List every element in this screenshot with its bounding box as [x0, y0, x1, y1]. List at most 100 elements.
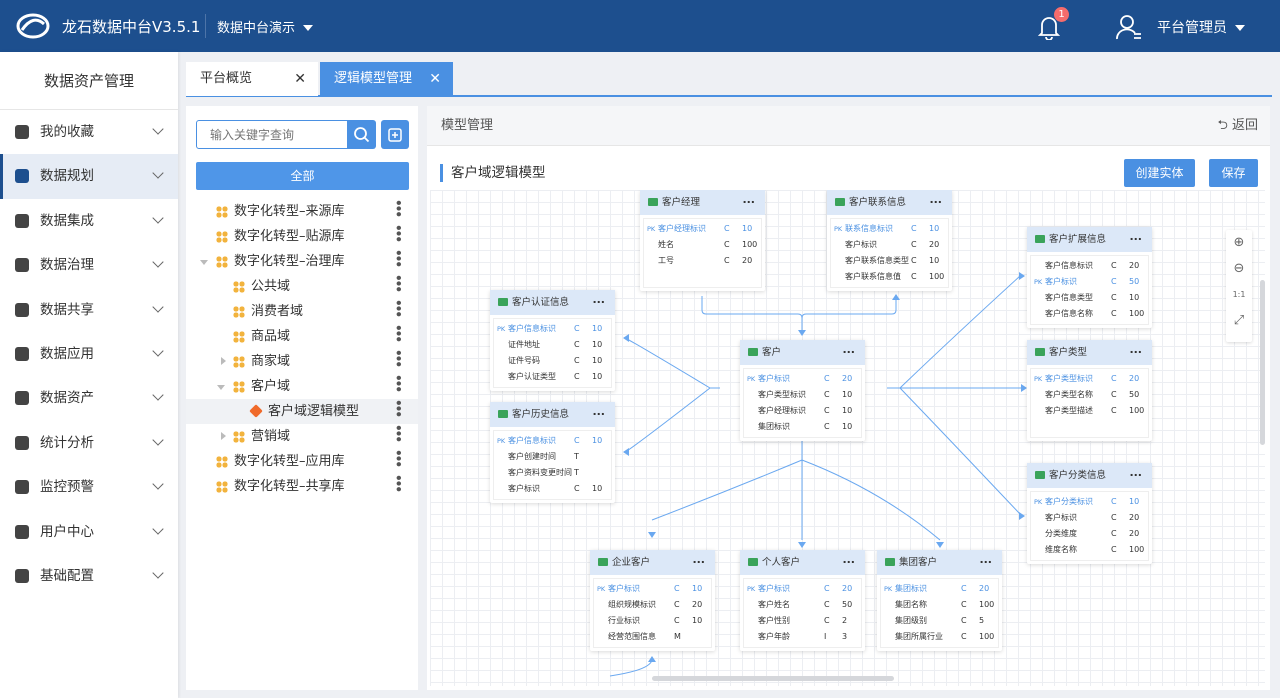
- tree-item[interactable]: 消费者域 •••: [186, 299, 418, 324]
- entity-field[interactable]: 客户类型名称 C 50: [1031, 387, 1148, 403]
- sidebar-item[interactable]: 基础配置: [0, 554, 178, 598]
- caret-down-icon[interactable]: [217, 385, 225, 394]
- entity-field[interactable]: PK 联系信息标识 C 10: [831, 221, 948, 237]
- more-icon[interactable]: ...: [1129, 337, 1142, 362]
- sidebar-item[interactable]: 我的收藏: [0, 110, 178, 154]
- more-icon[interactable]: •••: [385, 199, 410, 216]
- more-icon[interactable]: •••: [385, 349, 410, 366]
- entity-card[interactable]: 客户经理... PK 客户经理标识 C 10 姓名 C 100 工号 C 20: [640, 190, 765, 291]
- tab-platform-overview[interactable]: 平台概览 ✕: [186, 62, 318, 96]
- entity-field[interactable]: 集团名称 C 100: [881, 597, 998, 613]
- more-icon[interactable]: •••: [385, 399, 410, 416]
- entity-field[interactable]: 证件地址 C 10: [494, 337, 611, 353]
- project-selector[interactable]: 数据中台演示: [217, 17, 314, 36]
- entity-field[interactable]: 集团级别 C 5: [881, 613, 998, 629]
- entity-field[interactable]: PK 客户信息标识 C 10: [494, 321, 611, 337]
- back-button[interactable]: ⮌ 返回: [1217, 106, 1258, 146]
- close-icon[interactable]: ✕: [294, 62, 306, 96]
- add-button[interactable]: [381, 120, 409, 149]
- actual-size-icon[interactable]: 1:1: [1226, 282, 1252, 308]
- tree-item[interactable]: 商品域 •••: [186, 324, 418, 349]
- entity-field[interactable]: PK 客户信息标识 C 10: [494, 433, 611, 449]
- sidebar-item[interactable]: 数据资产: [0, 376, 178, 420]
- entity-card[interactable]: 个人客户... PK 客户标识 C 20 客户姓名 C 50 客户性别 C 2 …: [740, 550, 865, 651]
- entity-card[interactable]: 企业客户... PK 客户标识 C 10 组织规模标识 C 20 行业标识 C …: [590, 550, 715, 651]
- more-icon[interactable]: •••: [385, 274, 410, 291]
- tree-item[interactable]: 数字化转型–应用库 •••: [186, 449, 418, 474]
- more-icon[interactable]: ...: [742, 190, 755, 212]
- entity-field[interactable]: 分类维度 C 20: [1031, 526, 1148, 542]
- entity-card[interactable]: 集团客户... PK 集团标识 C 20 集团名称 C 100 集团级别 C 5…: [877, 550, 1002, 651]
- entity-field[interactable]: 工号 C 20: [644, 253, 761, 269]
- entity-card[interactable]: 客户认证信息... PK 客户信息标识 C 10 证件地址 C 10 证件号码 …: [490, 290, 615, 391]
- caret-down-icon[interactable]: [200, 260, 208, 269]
- user-menu[interactable]: 平台管理员: [1157, 17, 1245, 37]
- fit-icon[interactable]: ⤢: [1226, 308, 1252, 334]
- more-icon[interactable]: ...: [592, 399, 605, 424]
- entity-card[interactable]: 客户... PK 客户标识 C 20 客户类型标识 C 10 客户经理标识 C …: [740, 340, 865, 441]
- entity-field[interactable]: 客户年龄 I 3: [744, 629, 861, 645]
- entity-field[interactable]: 客户性别 C 2: [744, 613, 861, 629]
- more-icon[interactable]: •••: [385, 299, 410, 316]
- tree-item[interactable]: 商家域 •••: [186, 349, 418, 374]
- save-button[interactable]: 保存: [1209, 159, 1258, 187]
- entity-field[interactable]: 客户信息标识 C 20: [1031, 258, 1148, 274]
- sidebar-item[interactable]: 数据共享: [0, 288, 178, 332]
- tree-item[interactable]: 数字化转型–贴源库 •••: [186, 224, 418, 249]
- more-icon[interactable]: •••: [385, 324, 410, 341]
- entity-field[interactable]: 经营范围信息 M: [594, 629, 711, 645]
- entity-field[interactable]: 客户信息名称 C 100: [1031, 306, 1148, 322]
- user-icon[interactable]: [1116, 14, 1142, 40]
- entity-field[interactable]: 客户创建时间 T: [494, 449, 611, 465]
- entity-field[interactable]: 组织规模标识 C 20: [594, 597, 711, 613]
- entity-field[interactable]: 客户标识 C 20: [1031, 510, 1148, 526]
- tree-item[interactable]: 数字化转型–共享库 •••: [186, 474, 418, 499]
- tab-logic-model[interactable]: 逻辑模型管理 ✕: [320, 62, 453, 96]
- close-icon[interactable]: ✕: [429, 62, 441, 96]
- entity-card[interactable]: 客户扩展信息... 客户信息标识 C 20 PK 客户标识 C 50 客户信息类…: [1027, 227, 1152, 328]
- zoom-out-icon[interactable]: ⊖: [1226, 256, 1252, 282]
- entity-field[interactable]: 客户联系信息类型 C 10: [831, 253, 948, 269]
- entity-field[interactable]: 客户资料变更时间 T: [494, 465, 611, 481]
- entity-card[interactable]: 客户历史信息... PK 客户信息标识 C 10 客户创建时间 T 客户资料变更…: [490, 402, 615, 503]
- entity-field[interactable]: 行业标识 C 10: [594, 613, 711, 629]
- tree-item[interactable]: 营销域 •••: [186, 424, 418, 449]
- more-icon[interactable]: ...: [842, 337, 855, 362]
- entity-field[interactable]: 集团所属行业 C 100: [881, 629, 998, 645]
- more-icon[interactable]: ...: [1129, 224, 1142, 249]
- caret-right-icon[interactable]: [221, 432, 230, 440]
- entity-field[interactable]: 客户类型描述 C 100: [1031, 403, 1148, 419]
- entity-field[interactable]: PK 客户标识 C 50: [1031, 274, 1148, 290]
- caret-right-icon[interactable]: [221, 357, 230, 365]
- entity-field[interactable]: 客户姓名 C 50: [744, 597, 861, 613]
- more-icon[interactable]: •••: [385, 374, 410, 391]
- sidebar-item[interactable]: 监控预警: [0, 465, 178, 509]
- tree-item[interactable]: 数字化转型–来源库 •••: [186, 199, 418, 224]
- entity-field[interactable]: 维度名称 C 100: [1031, 542, 1148, 558]
- entity-field[interactable]: PK 客户标识 C 20: [744, 371, 861, 387]
- entity-field[interactable]: 证件号码 C 10: [494, 353, 611, 369]
- more-icon[interactable]: •••: [385, 249, 410, 266]
- more-icon[interactable]: ...: [929, 190, 942, 212]
- sidebar-item[interactable]: 统计分析: [0, 421, 178, 465]
- sidebar-item[interactable]: 数据应用: [0, 332, 178, 376]
- entity-field[interactable]: PK 客户标识 C 20: [744, 581, 861, 597]
- entity-card[interactable]: 客户联系信息... PK 联系信息标识 C 10 客户标识 C 20 客户联系信…: [827, 190, 952, 291]
- tree-item[interactable]: 客户域逻辑模型 •••: [186, 399, 418, 424]
- entity-field[interactable]: PK 客户分类标识 C 10: [1031, 494, 1148, 510]
- entity-field[interactable]: PK 客户标识 C 10: [594, 581, 711, 597]
- sidebar-item[interactable]: 数据规划: [0, 154, 178, 199]
- sidebar-item[interactable]: 数据治理: [0, 243, 178, 287]
- tree-item[interactable]: 数字化转型–治理库 •••: [186, 249, 418, 274]
- horizontal-scrollbar[interactable]: [652, 676, 894, 681]
- more-icon[interactable]: •••: [385, 224, 410, 241]
- more-icon[interactable]: ...: [842, 547, 855, 572]
- entity-field[interactable]: 客户联系信息值 C 100: [831, 269, 948, 285]
- entity-field[interactable]: 姓名 C 100: [644, 237, 761, 253]
- sidebar-item[interactable]: 用户中心: [0, 510, 178, 554]
- sidebar-item[interactable]: 数据集成: [0, 199, 178, 243]
- entity-field[interactable]: 客户标识 C 10: [494, 481, 611, 497]
- tree-item[interactable]: 客户域 •••: [186, 374, 418, 399]
- more-icon[interactable]: ...: [1129, 460, 1142, 485]
- entity-field[interactable]: PK 集团标识 C 20: [881, 581, 998, 597]
